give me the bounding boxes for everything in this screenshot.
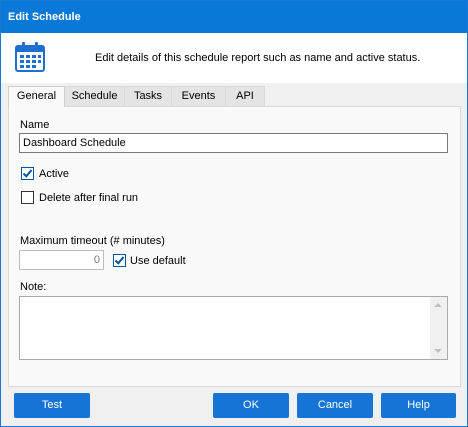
name-label: Name	[20, 119, 50, 131]
delete-after-final-run-label: Delete after final run	[39, 192, 139, 204]
tab-tasks[interactable]: Tasks	[124, 86, 172, 106]
tab-events[interactable]: Events	[171, 86, 226, 106]
checkmark-icon	[22, 169, 33, 178]
tab-strip: General Schedule Tasks Events API	[8, 86, 265, 107]
note-scrollbar[interactable]	[430, 297, 447, 359]
header-description: Edit details of this schedule report suc…	[95, 52, 421, 64]
cancel-button[interactable]: Cancel	[297, 393, 373, 418]
help-button[interactable]: Help	[381, 393, 456, 418]
tab-schedule[interactable]: Schedule	[64, 86, 125, 106]
active-checkbox[interactable]	[21, 167, 34, 180]
active-label: Active	[39, 168, 69, 180]
dialog-header: Edit details of this schedule report suc…	[1, 33, 467, 83]
use-default-label: Use default	[130, 255, 186, 267]
general-panel: Name Active Delete after final run Maxim…	[8, 106, 461, 387]
name-field[interactable]	[19, 133, 448, 153]
tab-general[interactable]: General	[8, 86, 65, 107]
timeout-label: Maximum timeout (# minutes)	[20, 235, 165, 247]
test-button[interactable]: Test	[14, 393, 90, 418]
note-label: Note:	[20, 281, 47, 293]
title-bar[interactable]: Edit Schedule	[1, 1, 467, 33]
ok-button[interactable]: OK	[213, 393, 289, 418]
edit-schedule-dialog: Edit Schedule Edit details of this sched…	[0, 0, 468, 427]
calendar-icon	[15, 42, 45, 72]
use-default-checkbox[interactable]	[113, 254, 126, 267]
tab-api[interactable]: API	[225, 86, 265, 106]
checkmark-icon	[114, 256, 125, 265]
note-textarea[interactable]	[19, 296, 448, 360]
scroll-up-icon[interactable]	[434, 303, 442, 307]
scroll-down-icon[interactable]	[434, 349, 442, 353]
delete-after-final-run-checkbox[interactable]	[21, 191, 34, 204]
window-title: Edit Schedule	[8, 11, 81, 23]
timeout-field[interactable]	[19, 250, 104, 270]
